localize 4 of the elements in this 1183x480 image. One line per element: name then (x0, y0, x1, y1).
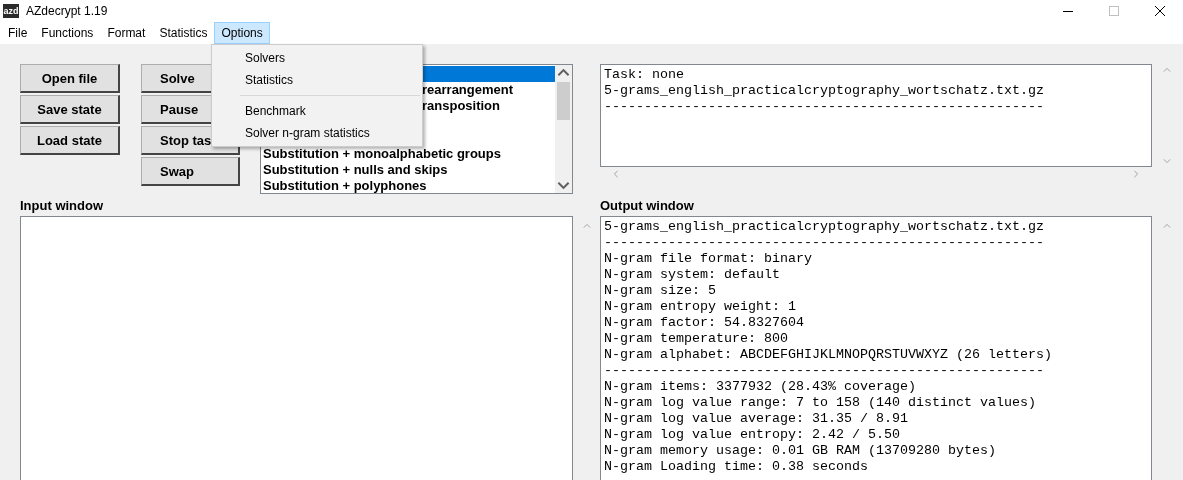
window-title: AZdecrypt 1.19 (26, 4, 108, 18)
output-window-label: Output window (600, 198, 694, 213)
app-icon: azd (3, 4, 19, 18)
input-window-label: Input window (20, 198, 104, 213)
